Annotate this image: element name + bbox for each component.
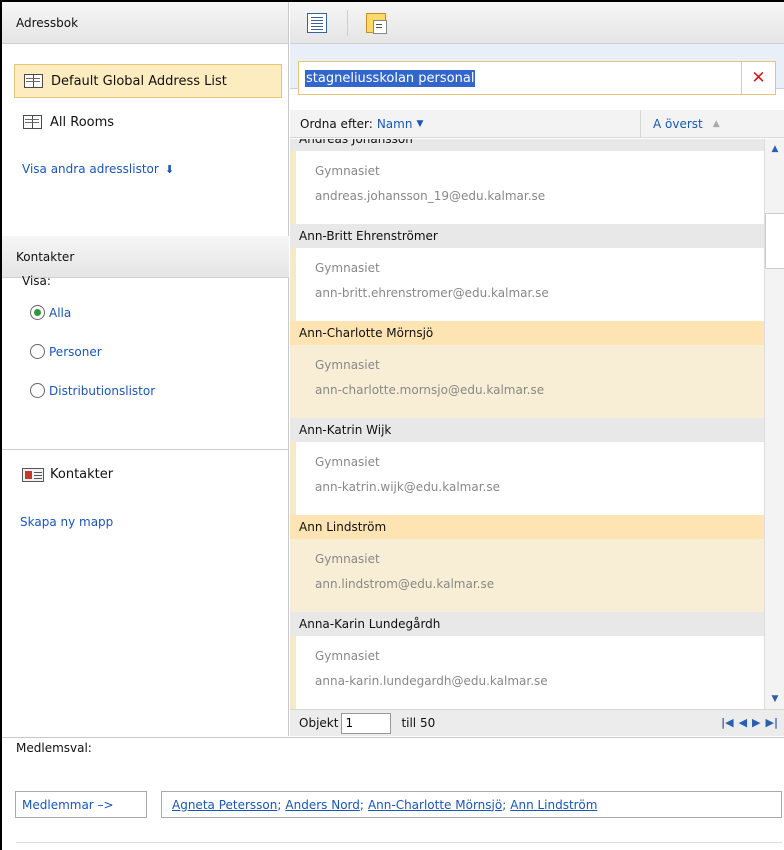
address-list-view-icon[interactable] [307,13,327,33]
member-link[interactable]: Anders Nord [285,798,359,812]
entry-email: ann-charlotte.mornsjo@edu.kalmar.se [315,383,545,397]
filter-label: Distributionslistor [49,383,156,398]
entry-department: Gymnasiet [315,455,380,469]
contacts-folder-label: Kontakter [50,467,114,482]
sort-order-label: A överst [653,117,703,131]
member-link[interactable]: Ann Lindström [510,798,597,812]
close-icon[interactable]: ✕ [741,62,775,94]
filter-persons[interactable]: Personer [30,344,102,359]
member-separator: ; [502,797,507,812]
scroll-down-icon[interactable]: ▼ [767,691,783,707]
double-chevron-down-icon: ⬇ [164,163,175,176]
members-button[interactable]: Medlemmar –> [15,791,147,818]
entry-name: Ann-Charlotte Mörnsjö [290,321,764,345]
member-separator: ; [359,797,364,812]
filter-label: Personer [49,344,102,359]
entry-name: Anna-Karin Lundegårdh [290,612,764,636]
radio-unchecked-icon[interactable] [30,383,45,398]
contact-card-icon [22,467,44,482]
filter-all[interactable]: Alla [30,305,71,320]
search-input[interactable]: stagneliusskolan personal ✕ [298,61,776,95]
list-item[interactable]: Ann-Charlotte Mörnsjö Gymnasiet ann-char… [290,321,764,418]
address-list-all-rooms[interactable]: All Rooms [14,105,282,139]
entry-department: Gymnasiet [315,552,380,566]
entry-email: andreas.johansson_19@edu.kalmar.se [315,189,546,203]
show-other-lists-label: Visa andra adresslistor [22,162,159,176]
entry-email: ann-katrin.wijk@edu.kalmar.se [315,480,500,494]
addressbook-header: Adressbok [2,2,288,44]
scroll-up-icon[interactable]: ▲ [767,141,783,157]
add-contact-icon[interactable] [366,13,387,34]
list-item[interactable]: Anna-Karin Lundegårdh Gymnasiet anna-kar… [290,612,764,709]
contacts-header: Kontakter [2,236,289,278]
toolbar-divider [347,10,348,36]
list-item[interactable]: Andreas Johansson Gymnasiet andreas.joha… [290,139,764,224]
entry-email: ann.lindstrom@edu.kalmar.se [315,577,495,591]
entry-email: anna-karin.lundegardh@edu.kalmar.se [315,674,548,688]
entry-name: Ann Lindström [290,515,764,539]
entry-department: Gymnasiet [315,164,380,178]
divider [2,449,289,450]
entry-name: Andreas Johansson [290,139,764,151]
sort-ascending-icon: ▲ [712,119,720,129]
address-book-icon [23,115,42,129]
address-book-icon [24,74,43,88]
pager: |◀ ◀ ▶ ▶| [721,716,778,729]
addressbook-header-label: Adressbok [16,15,79,30]
filter-label: Alla [49,305,72,320]
entry-department: Gymnasiet [315,358,380,372]
member-link[interactable]: Agneta Petersson [172,798,277,812]
entry-name: Ann-Britt Ehrenströmer [290,224,764,248]
entry-email: ann-britt.ehrenstromer@edu.kalmar.se [315,286,549,300]
scrollbar-thumb[interactable] [765,213,784,269]
last-page-icon[interactable]: ▶| [766,716,778,729]
list-item[interactable]: Ann-Katrin Wijk Gymnasiet ann-katrin.wij… [290,418,764,515]
member-link[interactable]: Ann-Charlotte Mörnsjö [368,798,502,812]
member-separator: ; [277,797,282,812]
contacts-header-label: Kontakter [16,249,75,264]
show-other-lists-link[interactable]: Visa andra adresslistor ⬇ [22,162,174,176]
sort-label: Ordna efter: [300,116,373,131]
filter-distribution-lists[interactable]: Distributionslistor [30,383,155,398]
next-page-icon[interactable]: ▶ [752,716,760,729]
entry-department: Gymnasiet [315,261,380,275]
object-label: Objekt [299,716,339,730]
list-scrollbar[interactable]: ▲ ▼ [764,139,784,709]
divider [16,842,782,843]
previous-page-icon[interactable]: ◀ [739,716,747,729]
radio-checked-icon[interactable] [30,305,45,320]
right-panel: stagneliusskolan personal ✕ Ordna efter:… [290,2,784,736]
address-list-label: All Rooms [50,114,115,130]
sort-order-button[interactable]: A överst ▲ [640,110,762,138]
sort-bar: Ordna efter: Namn ▼ A överst ▲ [290,110,784,138]
create-folder-link[interactable]: Skapa ny mapp [20,515,113,529]
search-input-value: stagneliusskolan personal [305,69,476,87]
member-selection-label: Medlemsval: [16,741,92,755]
pagination-bar: Objekt 1 till 50 |◀ ◀ ▶ ▶| [290,709,784,736]
search-area: stagneliusskolan personal ✕ [290,44,784,95]
radio-unchecked-icon[interactable] [30,344,45,359]
member-selection-area: Medlemsval: Medlemmar –> Agneta Petersso… [2,737,784,850]
entry-department: Gymnasiet [315,649,380,663]
chevron-down-icon[interactable]: ▼ [416,119,423,129]
contacts-folder[interactable]: Kontakter [22,467,113,482]
address-list-default-global[interactable]: Default Global Address List [14,64,282,98]
sort-field-dropdown[interactable]: Namn [377,117,413,131]
entry-name: Ann-Katrin Wijk [290,418,764,442]
till-label: till 50 [401,716,436,730]
left-panel: Adressbok Default Global Address List Al… [2,2,289,736]
first-page-icon[interactable]: |◀ [721,716,733,729]
address-entry-list: Andreas Johansson Gymnasiet andreas.joha… [290,139,764,709]
show-label: Visa: [22,274,51,288]
list-item[interactable]: Ann-Britt Ehrenströmer Gymnasiet ann-bri… [290,224,764,321]
toolbar [290,2,784,44]
address-list-label: Default Global Address List [51,73,227,89]
object-number-input[interactable]: 1 [341,712,392,734]
members-field[interactable]: Agneta Petersson; Anders Nord; Ann-Charl… [161,791,782,818]
list-item[interactable]: Ann Lindström Gymnasiet ann.lindstrom@ed… [290,515,764,612]
